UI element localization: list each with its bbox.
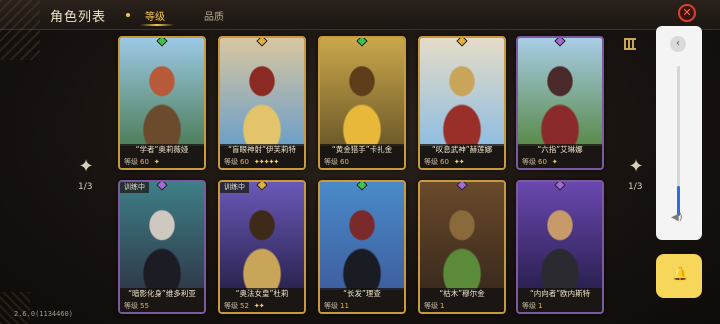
character-card[interactable]: “黄金猎手”卡扎金 等级 60: [318, 36, 406, 170]
bell-icon: 🔔: [672, 267, 689, 282]
level-label: 等级: [522, 158, 536, 166]
chevron-left-icon[interactable]: ‹: [670, 36, 686, 52]
training-badge: 训练中: [220, 182, 249, 193]
level-label: 等级: [224, 158, 238, 166]
level-label: 等级: [224, 302, 238, 310]
character-name: “盲眼神射”伊芙莉特: [220, 144, 304, 156]
tab-level[interactable]: 等级: [145, 8, 165, 23]
filter-icon[interactable]: [624, 38, 636, 50]
side-control-panel: ‹ ◀): [656, 26, 702, 240]
character-portrait: [220, 38, 304, 146]
page-indicator-left: 1/3: [78, 182, 93, 192]
card-footer: 等级 55: [120, 300, 204, 312]
character-portrait: [518, 182, 602, 290]
card-footer: 等级 60: [320, 156, 404, 168]
star-rating: ✦: [551, 158, 558, 166]
character-card[interactable]: “叹息武神”赫莲娜等级 60 ✦✦: [418, 36, 506, 170]
character-card[interactable]: “六指”艾琳娜等级 60 ✦: [516, 36, 604, 170]
star-rating: ✦✦: [453, 158, 465, 166]
tab-indicator-dot: [126, 13, 130, 17]
character-card[interactable]: “内向者”欧内斯特 等级 1: [516, 180, 604, 314]
level-value: 60: [140, 158, 149, 166]
page-indicator-right: 1/3: [628, 182, 643, 192]
character-card[interactable]: “长发”理查 等级 11: [318, 180, 406, 314]
level-value: 52: [240, 302, 249, 310]
card-footer: 等级 11: [320, 300, 404, 312]
level-value: 60: [440, 158, 449, 166]
character-card[interactable]: 训练中 “暗影化身”维多利亚 等级 55: [118, 180, 206, 314]
character-name: “内向者”欧内斯特: [518, 288, 602, 300]
character-portrait: [320, 182, 404, 290]
level-label: 等级: [324, 158, 338, 166]
character-portrait: [220, 182, 304, 290]
training-badge: 训练中: [120, 182, 149, 193]
level-label: 等级: [424, 302, 438, 310]
tab-active-underline: [140, 24, 174, 26]
level-label: 等级: [324, 302, 338, 310]
character-portrait: [420, 182, 504, 290]
card-footer: 等级 1: [420, 300, 504, 312]
card-footer: 等级 60 ✦✦: [420, 156, 504, 168]
next-page-arrow-icon[interactable]: ✦: [626, 156, 646, 178]
close-icon[interactable]: ✕: [678, 4, 696, 22]
character-card[interactable]: 训练中 “奥法女皇”杜莉等级 52 ✦✦: [218, 180, 306, 314]
notification-button[interactable]: 🔔: [656, 254, 702, 298]
character-name: “叹息武神”赫莲娜: [420, 144, 504, 156]
character-card[interactable]: “盲眼神射”伊芙莉特等级 60 ✦✦✦✦✦: [218, 36, 306, 170]
character-name: “枯木”穆尔金: [420, 288, 504, 300]
character-name: “奥法女皇”杜莉: [220, 288, 304, 300]
version-label: 2.6.0(1134460): [14, 310, 74, 318]
character-portrait: [420, 38, 504, 146]
level-value: 60: [240, 158, 249, 166]
level-label: 等级: [124, 158, 138, 166]
card-footer: 等级 52 ✦✦: [220, 300, 304, 312]
level-value: 1: [538, 302, 543, 310]
top-bar: [0, 0, 720, 30]
star-rating: ✦✦✦✦✦: [253, 158, 279, 166]
level-label: 等级: [522, 302, 536, 310]
character-portrait: [120, 182, 204, 290]
level-value: 60: [538, 158, 547, 166]
page-title: 角色列表: [50, 10, 107, 25]
star-rating: ✦: [153, 158, 160, 166]
ornament-decoration: [0, 0, 40, 60]
prev-page-arrow-icon[interactable]: ✦: [76, 156, 96, 178]
character-name: “长发”理查: [320, 288, 404, 300]
character-name: “学者”奥莉薇娅: [120, 144, 204, 156]
card-footer: 等级 60 ✦: [518, 156, 602, 168]
level-value: 55: [140, 302, 149, 310]
character-name: “六指”艾琳娜: [518, 144, 602, 156]
star-rating: ✦✦: [253, 302, 265, 310]
tab-quality[interactable]: 品质: [204, 8, 224, 23]
character-card[interactable]: “枯木”穆尔金 等级 1: [418, 180, 506, 314]
level-label: 等级: [424, 158, 438, 166]
character-portrait: [120, 38, 204, 146]
screen: { "header": { "title": "角色列表", "tabs": […: [0, 0, 720, 324]
level-value: 11: [340, 302, 349, 310]
corner-ornament: [0, 292, 30, 324]
character-portrait: [518, 38, 602, 146]
card-footer: 等级 60 ✦: [120, 156, 204, 168]
character-name: “黄金猎手”卡扎金: [320, 144, 404, 156]
character-name: “暗影化身”维多利亚: [120, 288, 204, 300]
character-portrait: [320, 38, 404, 146]
speaker-icon[interactable]: ◀): [671, 212, 685, 224]
level-value: 60: [340, 158, 349, 166]
level-label: 等级: [124, 302, 138, 310]
level-value: 1: [440, 302, 445, 310]
card-footer: 等级 1: [518, 300, 602, 312]
card-footer: 等级 60 ✦✦✦✦✦: [220, 156, 304, 168]
character-card[interactable]: “学者”奥莉薇娅等级 60 ✦: [118, 36, 206, 170]
